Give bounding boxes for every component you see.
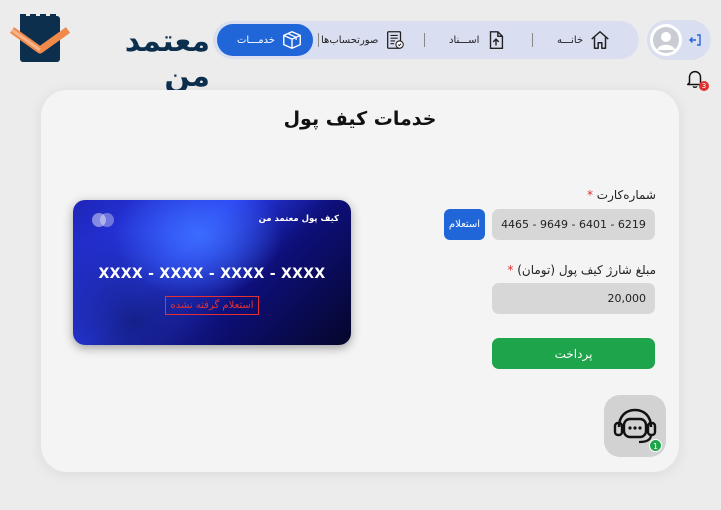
main-nav: خانـــه اســـناد صورتحساب‌ها خدمـــات <box>213 21 639 59</box>
amount-label-text: مبلغ شارژ کیف پول (تومان) <box>517 263 656 277</box>
wallet-services-panel: خدمات کیف پول شماره‌کارت * 4465 - 9649 -… <box>41 90 679 472</box>
nav-divider <box>532 33 533 47</box>
nav-item-invoices[interactable]: صورتحساب‌ها <box>321 24 406 56</box>
wallet-card-status: استعلام گرفته نشده <box>165 296 259 315</box>
notifications-button[interactable]: 3 <box>684 68 709 92</box>
required-mark: * <box>586 188 593 202</box>
nav-item-documents[interactable]: اســـناد <box>449 24 507 56</box>
document-upload-icon <box>485 29 507 51</box>
logo-mark-icon <box>10 14 70 62</box>
card-number-field[interactable]: 4465 - 9649 - 6401 - 6219 <box>492 209 655 240</box>
amount-field[interactable]: 20,000 <box>492 283 655 314</box>
nav-item-home[interactable]: خانـــه <box>557 24 611 56</box>
avatar[interactable] <box>650 24 682 56</box>
required-mark: * <box>507 263 514 277</box>
brand-name: معتمد من <box>124 24 211 94</box>
card-number-label-text: شماره‌کارت <box>596 188 656 202</box>
card-number-label: شماره‌کارت * <box>511 188 656 202</box>
nav-item-label: اســـناد <box>449 34 480 46</box>
page-title: خدمات کیف پول <box>283 108 437 130</box>
box-icon <box>281 29 303 51</box>
brand-logo[interactable]: معتمد من <box>10 10 211 94</box>
user-menu[interactable] <box>647 20 711 60</box>
inquiry-button[interactable]: استعلام <box>444 209 485 240</box>
nav-divider <box>424 33 425 47</box>
wallet-card: کیف پول معتمد من XXXX - XXXX - XXXX - XX… <box>73 200 351 345</box>
notification-badge: 3 <box>699 81 709 91</box>
support-badge: 1 <box>649 439 662 452</box>
invoice-icon <box>384 29 406 51</box>
amount-value: 20,000 <box>607 292 647 305</box>
nav-item-label: خدمـــات <box>236 34 275 46</box>
nav-item-services[interactable]: خدمـــات <box>217 24 313 56</box>
home-icon <box>589 29 611 51</box>
wallet-card-title: کیف پول معتمد من <box>258 214 339 224</box>
nav-item-label: صورتحساب‌ها <box>321 34 379 46</box>
card-network-logo-icon <box>92 213 114 227</box>
wallet-card-number: XXXX - XXXX - XXXX - XXXX <box>98 266 326 282</box>
support-button[interactable]: 1 <box>604 395 666 457</box>
amount-label: مبلغ شارژ کیف پول (تومان) * <box>471 263 656 277</box>
pay-button[interactable]: پرداخت <box>492 338 655 369</box>
nav-divider <box>318 33 319 47</box>
card-number-value: 4465 - 9649 - 6401 - 6219 <box>501 218 646 231</box>
nav-item-label: خانـــه <box>557 34 584 46</box>
logout-icon[interactable] <box>687 32 703 48</box>
